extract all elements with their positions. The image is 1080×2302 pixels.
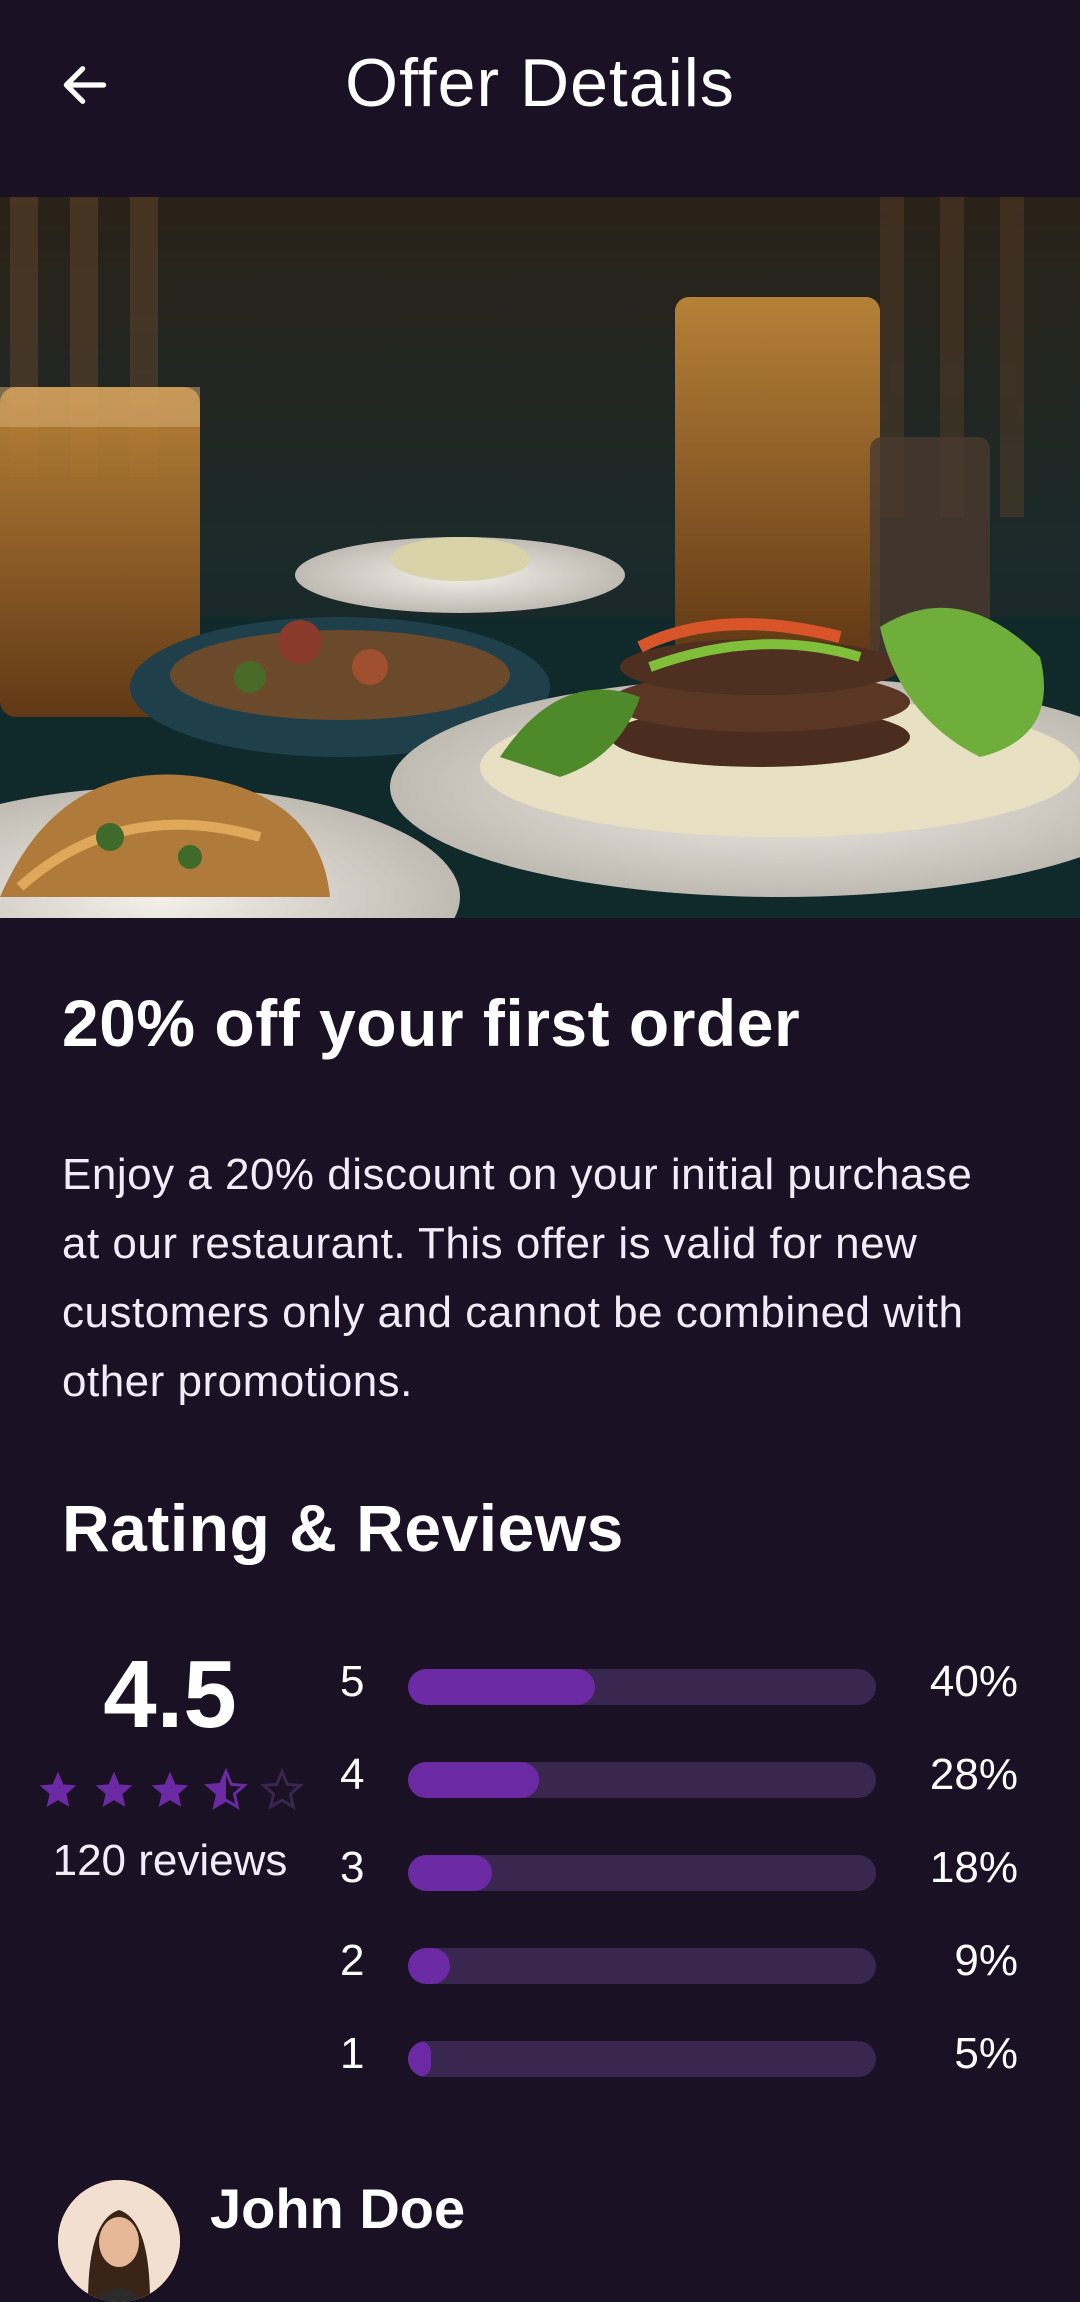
- offer-title: 20% off your first order: [62, 986, 801, 1060]
- rating-bar-label: 1: [340, 2029, 365, 2078]
- rating-bar-row: 3 18%: [330, 1838, 1030, 1898]
- reviews-count: 120 reviews: [52, 1836, 288, 1885]
- star-filled-icon: [151, 1771, 189, 1807]
- rating-bar-track: [408, 1669, 876, 1705]
- rating-bar-label: 5: [340, 1657, 365, 1706]
- offer-hero-image: [0, 197, 1080, 918]
- rating-bar-label: 3: [340, 1843, 365, 1892]
- rating-bar-row: 4 28%: [330, 1745, 1030, 1805]
- rating-bar-percent: 5%: [954, 2029, 1018, 2078]
- rating-bar-fill: [408, 2041, 432, 2077]
- rating-bar-row: 5 40%: [330, 1652, 1030, 1712]
- rating-bar-percent: 28%: [929, 1750, 1018, 1799]
- rating-bar-fill: [408, 1669, 596, 1705]
- average-rating: 4.5: [103, 1641, 237, 1748]
- star-half-icon: [204, 1768, 248, 1810]
- offer-description: Enjoy a 20% discount on your initial pur…: [62, 1150, 973, 1406]
- rating-bar-track: [408, 1948, 876, 1984]
- rating-bar-label: 4: [340, 1750, 365, 1799]
- reviewer-name: John Doe: [210, 2177, 466, 2240]
- rating-summary: 4.5 120 reviews: [20, 1640, 320, 1886]
- rating-bar-percent: 9%: [954, 1936, 1018, 1985]
- rating-bar-fill: [408, 1855, 493, 1891]
- star-rating: [20, 1768, 320, 1812]
- page-title: Offer Details: [345, 45, 735, 121]
- star-filled-icon: [95, 1771, 133, 1807]
- rating-bar-fill: [408, 1762, 540, 1798]
- app-bar: Offer Details: [0, 0, 1080, 197]
- rating-bar-track: [408, 2041, 876, 2077]
- rating-bar-fill: [408, 1948, 451, 1984]
- rating-bar-track: [408, 1855, 876, 1891]
- star-filled-icon: [39, 1771, 77, 1807]
- star-empty-icon: [260, 1768, 304, 1810]
- ratings-section-title: Rating & Reviews: [62, 1491, 624, 1565]
- rating-bar-row: 1 5%: [330, 2024, 1030, 2084]
- rating-bar-row: 2 9%: [330, 1931, 1030, 1991]
- review-item: John Doe: [58, 2177, 958, 2302]
- rating-bar-percent: 40%: [929, 1657, 1018, 1706]
- rating-bar-percent: 18%: [929, 1843, 1018, 1892]
- rating-bar-track: [408, 1762, 876, 1798]
- avatar: [58, 2180, 180, 2302]
- rating-bar-label: 2: [340, 1936, 365, 1985]
